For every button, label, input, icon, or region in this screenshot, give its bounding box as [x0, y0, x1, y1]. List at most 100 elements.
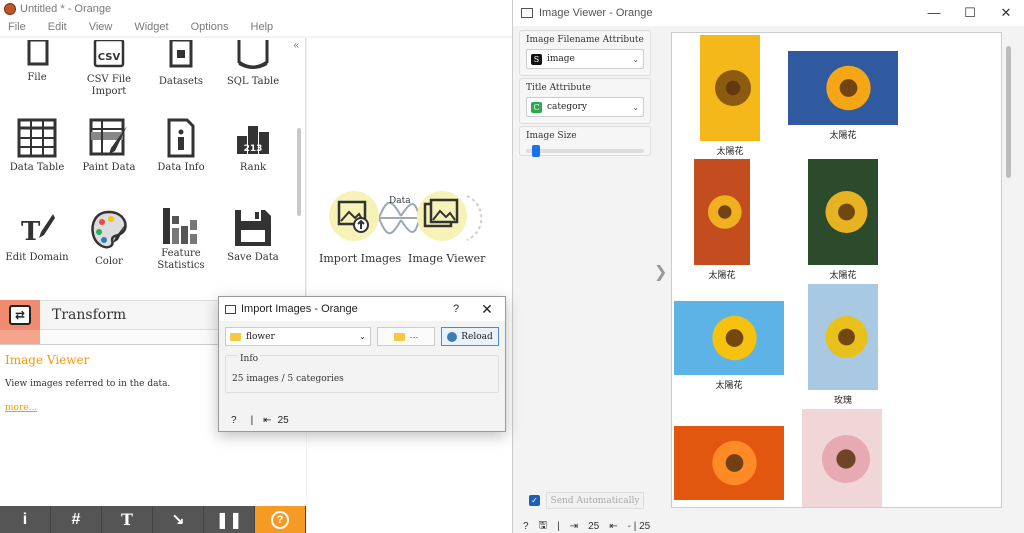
- grid-button[interactable]: #: [51, 506, 102, 533]
- image-size-slider-handle[interactable]: [532, 145, 540, 157]
- thumbnail-caption: 太陽花: [829, 130, 857, 140]
- widget-csv-file-import[interactable]: CSV CSV File Import: [74, 38, 144, 98]
- filename-attribute-combo[interactable]: S image ⌄: [526, 49, 644, 69]
- canvas-toolbar: i # T ↘ ❚❚ ?: [0, 506, 306, 533]
- image-viewer-window: Image Viewer - Orange — ☐ ✕ Image Filena…: [512, 0, 1024, 533]
- edit-domain-icon: T: [17, 208, 57, 248]
- flower-image: [808, 284, 878, 390]
- image-viewer-title: Image Viewer - Orange: [539, 7, 653, 19]
- thumbnail-caption: 玫瑰: [833, 395, 852, 405]
- directory-combo[interactable]: flower ⌄: [225, 327, 371, 346]
- import-images-icon: [337, 200, 369, 233]
- title-attribute-combo[interactable]: C category ⌄: [526, 97, 644, 117]
- node-import-images[interactable]: [329, 191, 379, 241]
- widget-data-info[interactable]: Data Info: [146, 118, 216, 174]
- image-thumbnail[interactable]: 太陽花: [694, 159, 750, 280]
- thumbnail-caption: 太陽花: [829, 270, 857, 280]
- widget-label: File: [27, 72, 47, 83]
- image-thumbnail[interactable]: 玫瑰: [808, 284, 878, 405]
- flower-image: [802, 409, 882, 507]
- transform-category-icon: ⇄: [0, 300, 40, 330]
- widget-edit-domain[interactable]: T Edit Domain: [2, 208, 72, 264]
- widget-label: Edit Domain: [5, 252, 69, 263]
- maximize-button[interactable]: ☐: [952, 5, 988, 21]
- chevron-down-icon: ⌄: [632, 54, 639, 64]
- workflow-canvas[interactable]: Data Import Images Image Viewer: [307, 38, 512, 533]
- help-icon[interactable]: ?: [523, 521, 529, 532]
- minimize-button[interactable]: —: [916, 5, 952, 21]
- image-thumbnail[interactable]: [674, 426, 784, 500]
- widget-file[interactable]: File: [2, 38, 72, 84]
- window-title: Untitled * - Orange: [20, 3, 112, 15]
- status-separator: |: [557, 521, 560, 532]
- menu-widget[interactable]: Widget: [134, 21, 168, 33]
- save-icon[interactable]: 🖫: [539, 518, 548, 533]
- image-thumbnail[interactable]: 太陽花: [808, 159, 878, 280]
- image-thumbnail[interactable]: 太陽花: [674, 301, 784, 390]
- widget-rank[interactable]: 213 Rank: [218, 118, 288, 174]
- help-button[interactable]: ?: [255, 506, 306, 533]
- output-icon: ⇤: [609, 521, 618, 532]
- image-size-box: Image Size: [519, 126, 651, 157]
- reload-label: Reload: [461, 331, 493, 342]
- image-thumbnail[interactable]: [802, 409, 882, 507]
- image-thumbnail[interactable]: 太陽花: [700, 35, 760, 156]
- browse-label: ···: [409, 331, 419, 342]
- close-button[interactable]: ✕: [988, 5, 1024, 21]
- chevron-down-icon: ⌄: [632, 102, 639, 112]
- close-button[interactable]: ✕: [469, 301, 505, 318]
- widget-save-data[interactable]: Save Data: [218, 208, 288, 264]
- image-thumbnail[interactable]: 太陽花: [788, 51, 898, 140]
- flower-image: [674, 301, 784, 375]
- pause-button[interactable]: ❚❚: [204, 506, 255, 533]
- info-text: 25 images / 5 categories: [232, 374, 344, 384]
- send-automatically-button[interactable]: Send Automatically: [546, 492, 644, 509]
- widget-data-table[interactable]: Data Table: [2, 118, 72, 174]
- orange-logo-icon: [4, 3, 16, 15]
- widget-color[interactable]: Color: [74, 208, 144, 268]
- gallery-scrollbar[interactable]: [1006, 46, 1011, 178]
- menu-file[interactable]: File: [8, 21, 26, 33]
- output-count: - | 25: [627, 521, 651, 532]
- widget-label: CSV File Import: [86, 74, 132, 97]
- reload-icon: [447, 331, 458, 342]
- node-image-viewer[interactable]: [417, 191, 467, 241]
- info-button[interactable]: i: [0, 506, 51, 533]
- import-images-dialog: Import Images - Orange ? ✕ flower ⌄ ··· …: [218, 296, 506, 432]
- widget-label: Feature Statistics: [157, 248, 205, 271]
- widget-datasets[interactable]: Datasets: [146, 38, 216, 88]
- flower-image: [694, 159, 750, 265]
- arrow-annotation-button[interactable]: ↘: [153, 506, 204, 533]
- image-size-slider[interactable]: [526, 145, 644, 157]
- info-box: Info 25 images / 5 categories: [225, 354, 499, 393]
- rank-icon: 213: [233, 118, 273, 158]
- browse-button[interactable]: ···: [377, 327, 435, 346]
- thumbnail-caption: 太陽花: [715, 380, 743, 390]
- widget-paint-data[interactable]: Paint Data: [74, 118, 144, 174]
- widget-feature-statistics[interactable]: Feature Statistics: [146, 204, 216, 272]
- toolbox-scrollbar[interactable]: [297, 128, 301, 216]
- window-icon: [225, 304, 236, 314]
- collapse-toolbox-icon[interactable]: «: [293, 40, 299, 51]
- menu-help[interactable]: Help: [251, 21, 274, 33]
- text-annotation-button[interactable]: T: [102, 506, 153, 533]
- import-images-titlebar: Import Images - Orange ? ✕: [219, 297, 505, 321]
- menu-view[interactable]: View: [89, 21, 113, 33]
- input-icon: ⇥: [569, 521, 579, 532]
- pause-icon: ❚❚: [215, 511, 243, 529]
- reload-button[interactable]: Reload: [441, 327, 499, 346]
- data-info-icon: [161, 118, 201, 158]
- send-automatically-checkbox[interactable]: ✓: [529, 495, 540, 506]
- menu-edit[interactable]: Edit: [48, 21, 67, 33]
- widget-sql-table[interactable]: SQL Table: [218, 40, 288, 88]
- sql-table-icon: [233, 40, 273, 80]
- expand-arrow-icon[interactable]: ❯: [654, 262, 667, 282]
- help-icon[interactable]: ?: [231, 415, 237, 426]
- image-size-label: Image Size: [526, 131, 577, 141]
- image-gallery[interactable]: 太陽花 太陽花 太陽花 太陽花 太陽花 玫瑰: [671, 32, 1002, 508]
- info-label: Info: [238, 354, 261, 364]
- help-button[interactable]: ?: [443, 303, 469, 315]
- category-label: Transform: [52, 307, 127, 323]
- directory-value: flower: [246, 331, 275, 342]
- menu-options[interactable]: Options: [191, 21, 229, 33]
